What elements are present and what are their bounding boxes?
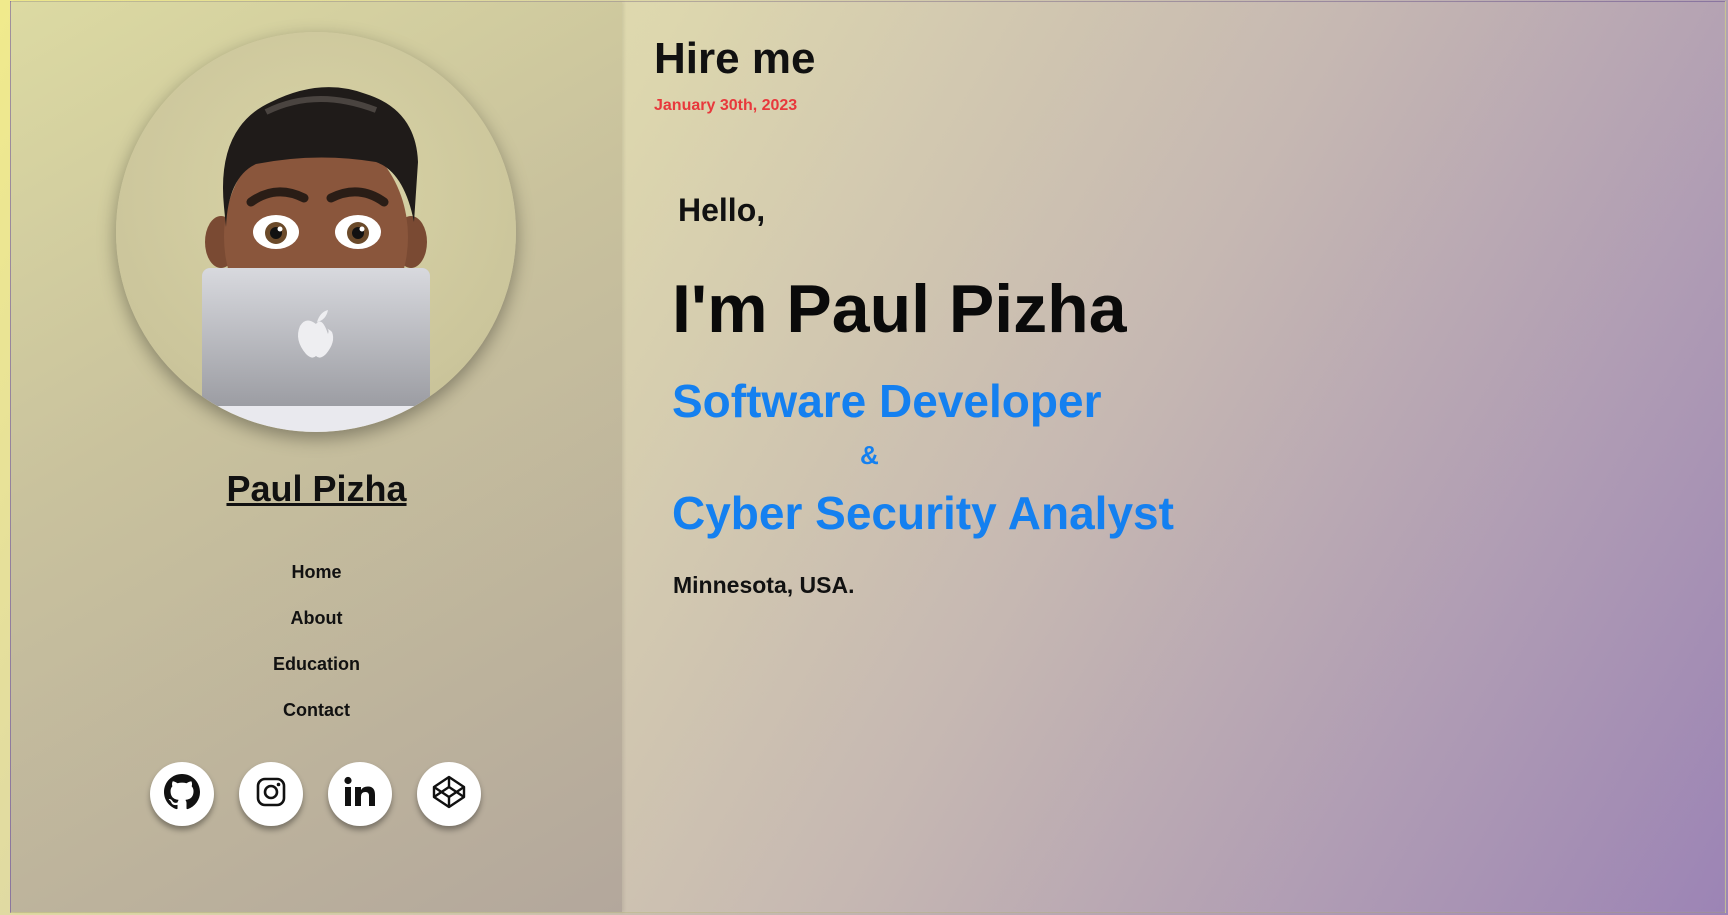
avatar [116,32,516,432]
linkedin-icon [343,775,377,814]
page-frame: Paul Pizha Home About Education Contact [10,1,1726,913]
codepen-link[interactable] [417,762,481,826]
greeting-text: Hello, [678,192,766,228]
main-content: Hire me January 30th, 2023 Hello, I'm Pa… [622,2,1725,912]
nav-item-education[interactable]: Education [11,652,622,698]
nav-item-contact[interactable]: Contact [11,698,622,744]
date-text: January 30th, 2023 [654,97,798,114]
github-link[interactable] [150,762,214,826]
instagram-link[interactable] [239,762,303,826]
headline: I'm Paul Pizha [672,271,1127,347]
nav-item-about[interactable]: About [11,606,622,652]
codepen-icon [431,774,467,815]
role-separator: & [860,440,879,470]
github-icon [164,773,200,815]
role-primary: Software Developer [672,375,1102,427]
nav-item-home[interactable]: Home [11,560,622,606]
sidebar: Paul Pizha Home About Education Contact [11,2,622,912]
social-links [150,762,481,826]
instagram-icon [255,776,287,813]
role-secondary: Cyber Security Analyst [672,487,1174,539]
linkedin-link[interactable] [328,762,392,826]
sidebar-name-link[interactable]: Paul Pizha [11,468,622,510]
hire-me-link[interactable]: Hire me [654,34,815,84]
sidebar-nav: Home About Education Contact [11,560,622,744]
location-text: Minnesota, USA. [673,572,855,598]
